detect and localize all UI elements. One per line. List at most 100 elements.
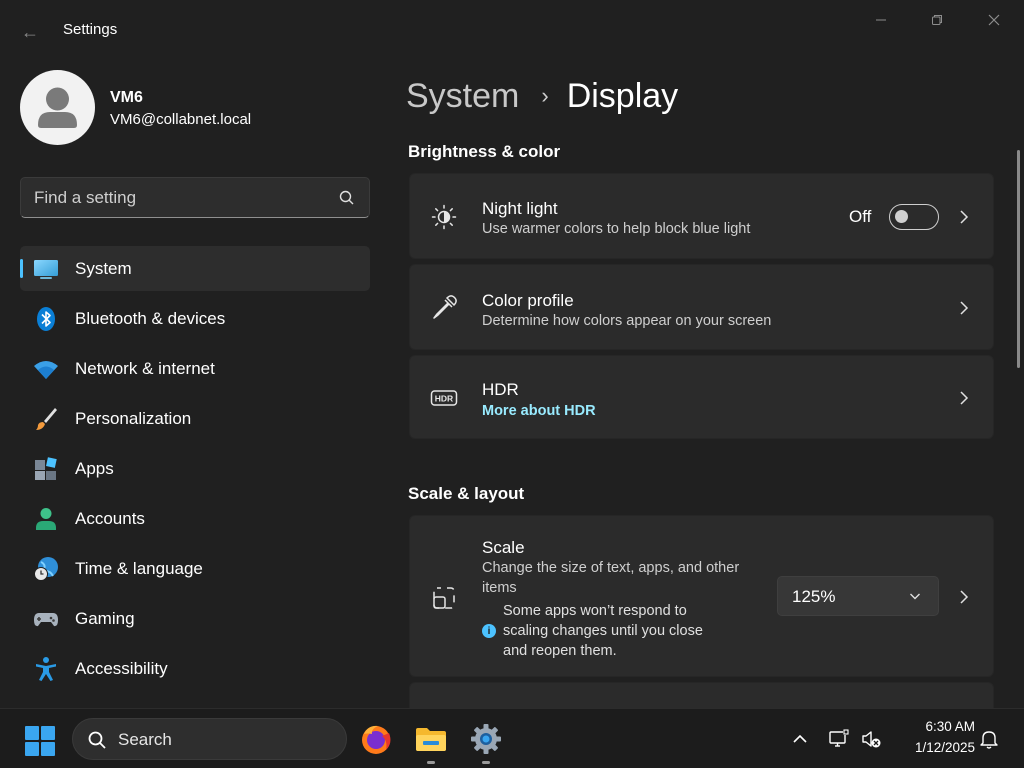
back-arrow-icon: ← bbox=[21, 21, 39, 42]
content-scrollbar[interactable] bbox=[1017, 150, 1020, 368]
scale-warning-line1: Some apps won’t respond to bbox=[503, 603, 687, 619]
night-light-card[interactable]: Night light Use warmer colors to help bl… bbox=[409, 173, 994, 259]
color-profile-title: Color profile bbox=[482, 291, 574, 310]
scale-dropdown[interactable]: 125% bbox=[777, 576, 939, 616]
sidebar-item-label: Network & internet bbox=[75, 359, 215, 378]
sidebar-item-network[interactable]: Network & internet bbox=[20, 346, 370, 391]
hdr-card[interactable]: HDR HDR More about HDR bbox=[409, 355, 994, 439]
breadcrumb-chevron-icon: › bbox=[541, 83, 549, 108]
chevron-up-icon[interactable] bbox=[789, 728, 811, 750]
profile-email: VM6@collabnet.local bbox=[110, 111, 252, 128]
toggle-knob bbox=[895, 210, 908, 223]
sidebar-item-accessibility[interactable]: Accessibility bbox=[20, 646, 370, 691]
section-title-brightness: Brightness & color bbox=[408, 142, 561, 161]
restore-button[interactable] bbox=[914, 6, 960, 34]
back-button[interactable]: ← bbox=[14, 18, 46, 46]
volume-muted-icon[interactable] bbox=[860, 728, 882, 750]
breadcrumb: System › Display bbox=[406, 74, 678, 118]
sidebar-item-label: Accounts bbox=[75, 509, 145, 528]
night-light-title: Night light bbox=[482, 199, 558, 218]
info-icon: i bbox=[482, 624, 496, 638]
hdr-icon-text: HDR bbox=[435, 394, 453, 404]
scale-icon bbox=[433, 587, 455, 609]
scale-subtitle-line2: items bbox=[482, 580, 517, 596]
close-button[interactable] bbox=[971, 6, 1017, 34]
sun-moon-icon bbox=[431, 204, 457, 230]
breadcrumb-parent-system[interactable]: System bbox=[406, 77, 519, 116]
sidebar-item-gaming[interactable]: Gaming bbox=[20, 596, 370, 641]
find-setting-box[interactable] bbox=[20, 177, 370, 218]
sidebar-item-time-language[interactable]: Time & language bbox=[20, 546, 370, 591]
sidebar-item-apps[interactable]: Apps bbox=[20, 446, 370, 491]
sidebar-nav: System Bluetooth & devices Network & int… bbox=[20, 246, 370, 696]
hdr-title: HDR bbox=[482, 380, 519, 399]
sidebar-item-label: Personalization bbox=[75, 409, 192, 428]
sidebar-item-personalization[interactable]: Personalization bbox=[20, 396, 370, 441]
restore-icon bbox=[932, 15, 942, 25]
taskbar-search-label: Search bbox=[118, 730, 172, 749]
notification-bell-icon[interactable] bbox=[978, 728, 1000, 750]
sidebar-item-label: Time & language bbox=[75, 559, 203, 578]
more-about-hdr-link[interactable]: More about HDR bbox=[482, 403, 596, 419]
hdr-icon: HDR bbox=[430, 390, 458, 406]
sidebar-item-label: Apps bbox=[75, 459, 114, 478]
chevron-right-icon[interactable] bbox=[955, 588, 973, 606]
chevron-right-icon[interactable] bbox=[955, 208, 973, 226]
find-setting-input[interactable] bbox=[21, 178, 331, 217]
sidebar-item-label: Accessibility bbox=[75, 659, 168, 678]
scale-title: Scale bbox=[482, 538, 525, 557]
accessibility-icon bbox=[36, 657, 56, 681]
gamepad-icon bbox=[34, 613, 58, 627]
sidebar-item-label: System bbox=[75, 259, 132, 278]
firefox-icon[interactable] bbox=[358, 721, 394, 757]
scale-warning-line2: scaling changes until you close bbox=[503, 623, 703, 639]
person-icon bbox=[36, 508, 56, 530]
chevron-right-icon[interactable] bbox=[955, 389, 973, 407]
night-light-state-label: Off bbox=[849, 207, 872, 226]
search-icon[interactable] bbox=[337, 188, 357, 208]
sidebar-item-bluetooth[interactable]: Bluetooth & devices bbox=[20, 296, 370, 341]
clock-time[interactable]: 6:30 AM bbox=[900, 719, 975, 734]
search-icon bbox=[88, 731, 106, 749]
user-silhouette-icon bbox=[38, 87, 77, 128]
scale-selected-value: 125% bbox=[792, 587, 836, 606]
eyedropper-icon bbox=[433, 295, 457, 319]
scale-card[interactable]: Scale Change the size of text, apps, and… bbox=[409, 515, 994, 677]
night-light-subtitle: Use warmer colors to help block blue lig… bbox=[482, 221, 751, 237]
profile-name: VM6 bbox=[110, 89, 143, 106]
chevron-right-icon[interactable] bbox=[955, 299, 973, 317]
bluetooth-icon bbox=[37, 307, 55, 331]
scale-warning-line3: and reopen them. bbox=[503, 643, 617, 659]
close-icon bbox=[988, 14, 1000, 26]
section-title-scale-layout: Scale & layout bbox=[408, 484, 525, 503]
file-explorer-running-indicator bbox=[427, 761, 435, 764]
sidebar-item-system[interactable]: System bbox=[20, 246, 370, 291]
avatar[interactable] bbox=[20, 70, 95, 145]
settings-gear-icon[interactable] bbox=[468, 721, 504, 757]
app-title: Settings bbox=[63, 21, 118, 38]
sidebar-item-accounts[interactable]: Accounts bbox=[20, 496, 370, 541]
windows-start-icon[interactable] bbox=[22, 723, 58, 759]
color-profile-card[interactable]: Color profile Determine how colors appea… bbox=[409, 264, 994, 350]
network-icon[interactable] bbox=[828, 728, 850, 750]
chevron-down-icon bbox=[910, 593, 920, 600]
wifi-icon bbox=[34, 361, 58, 379]
minimize-icon bbox=[876, 19, 886, 21]
scale-subtitle-line1: Change the size of text, apps, and other bbox=[482, 560, 740, 576]
clock-date[interactable]: 1/12/2025 bbox=[890, 740, 975, 755]
sidebar-item-label: Gaming bbox=[75, 609, 135, 628]
minimize-button[interactable] bbox=[858, 6, 904, 34]
globe-clock-icon bbox=[34, 557, 58, 581]
monitor-icon bbox=[34, 260, 58, 279]
title-bar: ← Settings bbox=[0, 0, 1024, 60]
page-title: Display bbox=[566, 76, 679, 115]
taskbar-search[interactable]: Search bbox=[72, 718, 347, 760]
apps-icon bbox=[35, 457, 57, 480]
color-profile-subtitle: Determine how colors appear on your scre… bbox=[482, 313, 772, 329]
sidebar-item-label: Bluetooth & devices bbox=[75, 309, 226, 328]
file-explorer-icon[interactable] bbox=[413, 721, 449, 757]
settings-running-indicator bbox=[482, 761, 490, 764]
brush-icon bbox=[36, 408, 57, 430]
night-light-toggle[interactable] bbox=[889, 204, 939, 230]
taskbar: Search 6:30 AM 1/12/2025 bbox=[0, 708, 1024, 768]
